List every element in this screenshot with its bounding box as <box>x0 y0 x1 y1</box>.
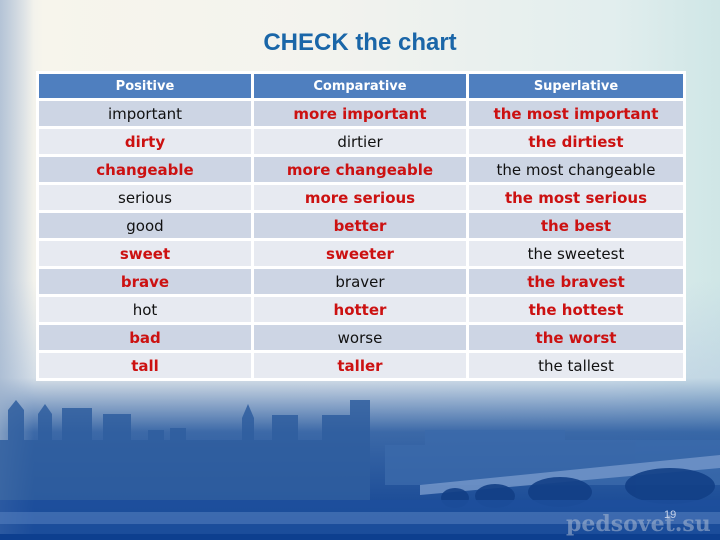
cell-superlative: the most serious <box>468 185 683 210</box>
cell-superlative: the best <box>468 213 683 238</box>
cell-comparative: worse <box>253 325 466 350</box>
table-row: changeable more changeable the most change… <box>39 157 683 182</box>
cell-superlative: the hottest <box>468 297 683 322</box>
cell-comparative: dirtier <box>253 129 466 154</box>
cell-superlative: the tallest <box>468 353 683 378</box>
table-row: good better the best <box>39 213 683 238</box>
table-row: hot hotter the hottest <box>39 297 683 322</box>
slide-title: CHECK the chart <box>263 29 457 56</box>
cell-positive: brave <box>39 269 251 294</box>
cell-superlative: the most changeable <box>468 157 683 182</box>
cell-comparative: more important <box>253 101 466 126</box>
cell-superlative: the most important <box>468 101 683 126</box>
table-row: important more important the most importan… <box>39 101 683 126</box>
cell-comparative: braver <box>253 269 466 294</box>
table-header-row: Positive Comparative Superlative <box>39 74 683 98</box>
cell-positive: changeable <box>39 157 251 182</box>
cell-comparative: more changeable <box>253 157 466 182</box>
cell-superlative: the worst <box>468 325 683 350</box>
page-number: 19 <box>664 509 677 521</box>
cell-superlative: the dirtiest <box>468 129 683 154</box>
cell-positive: important <box>39 101 251 126</box>
comparison-table: Positive Comparative Superlative importa… <box>36 71 686 381</box>
table-row: serious more serious the most serious <box>39 185 683 210</box>
cell-positive: dirty <box>39 129 251 154</box>
cell-comparative: more serious <box>253 185 466 210</box>
table-row: tall taller the tallest <box>39 353 683 378</box>
table-row: bad worse the worst <box>39 325 683 350</box>
cell-comparative: hotter <box>253 297 466 322</box>
cell-superlative: the bravest <box>468 269 683 294</box>
header-comparative: Comparative <box>253 74 466 98</box>
table-row: sweet sweeter the sweetest <box>39 241 683 266</box>
cell-positive: good <box>39 213 251 238</box>
cell-positive: bad <box>39 325 251 350</box>
header-positive: Positive <box>39 74 251 98</box>
cell-comparative: better <box>253 213 466 238</box>
cell-comparative: sweeter <box>253 241 466 266</box>
cell-positive: tall <box>39 353 251 378</box>
cell-positive: sweet <box>39 241 251 266</box>
table-row: brave braver the bravest <box>39 269 683 294</box>
cell-superlative: the sweetest <box>468 241 683 266</box>
header-superlative: Superlative <box>468 74 683 98</box>
cell-positive: hot <box>39 297 251 322</box>
table-row: dirty dirtier the dirtiest <box>39 129 683 154</box>
cell-positive: serious <box>39 185 251 210</box>
watermark: pedsovet.su <box>566 511 711 537</box>
cell-comparative: taller <box>253 353 466 378</box>
